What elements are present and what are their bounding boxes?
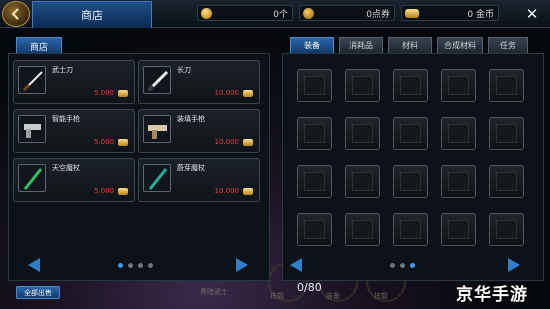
shop-item[interactable]: 装填手枪 10.000 <box>138 109 260 153</box>
inventory-slot[interactable] <box>441 117 476 150</box>
item-price: 5.000 <box>93 138 114 146</box>
inventory-slot[interactable] <box>441 213 476 246</box>
page-dot[interactable] <box>128 263 133 268</box>
shop-item[interactable]: 长刀 10.000 <box>138 60 260 104</box>
coin-counter: 0个 <box>197 5 293 21</box>
back-arrow-icon <box>11 8 19 20</box>
page-dot[interactable] <box>148 263 153 268</box>
gold-icon <box>405 9 419 18</box>
gold-coin-icon <box>118 139 128 146</box>
bg-ghost-text-3: 装备 <box>326 292 340 300</box>
katana-icon <box>18 66 46 94</box>
gold-value: 0 金币 <box>467 9 494 20</box>
gold-coin-icon <box>243 90 253 97</box>
coin-value: 0个 <box>273 9 288 20</box>
item-price: 5.000 <box>93 89 114 97</box>
gold-coin-icon <box>118 90 128 97</box>
item-name: 装填手枪 <box>177 115 205 123</box>
inventory-slot[interactable] <box>393 165 428 198</box>
prev-page-arrow-icon[interactable] <box>28 258 40 272</box>
inventory-slot[interactable] <box>441 165 476 198</box>
ticket-value: 0点券 <box>366 9 390 20</box>
inventory-slot[interactable] <box>297 213 332 246</box>
page-dot[interactable] <box>118 263 123 268</box>
item-name: 蔚芽魔杖 <box>177 164 205 172</box>
inventory-prev-arrow-icon[interactable] <box>290 258 302 272</box>
tab-crafting-materials[interactable]: 合成材料 <box>437 37 483 53</box>
back-button[interactable] <box>2 1 30 27</box>
page-title: 商店 <box>32 1 152 28</box>
item-price: 10.000 <box>214 138 240 146</box>
inventory-next-arrow-icon[interactable] <box>508 258 520 272</box>
inventory-slot[interactable] <box>489 69 524 102</box>
tab-materials[interactable]: 材料 <box>388 37 432 53</box>
inventory-slot[interactable] <box>393 117 428 150</box>
close-button[interactable]: ✕ <box>523 5 541 23</box>
inventory-slot[interactable] <box>345 69 380 102</box>
inventory-page-dot[interactable] <box>400 263 405 268</box>
shop-item[interactable]: 武士刀 5.000 <box>13 60 135 104</box>
sky-wand-icon <box>18 164 46 192</box>
inventory-slot[interactable] <box>393 69 428 102</box>
inventory-page-dot[interactable] <box>390 263 395 268</box>
reload-pistol-icon <box>143 115 171 143</box>
smart-pistol-icon <box>18 115 46 143</box>
tab-shop[interactable]: 商店 <box>16 37 62 54</box>
ticket-icon <box>303 8 314 19</box>
inventory-slot[interactable] <box>345 117 380 150</box>
bg-ghost-text-1: 黑暗武士 <box>200 288 228 296</box>
tab-equipment[interactable]: 装备 <box>290 37 334 53</box>
inventory-slot[interactable] <box>489 117 524 150</box>
item-price: 5.000 <box>93 187 114 195</box>
bg-ghost-text-4: 技能 <box>374 292 388 300</box>
inventory-slot[interactable] <box>393 213 428 246</box>
item-name: 天空魔杖 <box>52 164 80 172</box>
shop-item[interactable]: 蔚芽魔杖 10.000 <box>138 158 260 202</box>
top-bar: 商店 0个 0点券 0 金币 ✕ <box>0 0 550 28</box>
inventory-capacity: 0/80 <box>297 281 322 294</box>
inventory-slot[interactable] <box>297 69 332 102</box>
item-name: 武士刀 <box>52 66 73 74</box>
tab-consumables[interactable]: 消耗品 <box>339 37 383 53</box>
bg-ghost-text-2: 技能 <box>270 292 284 300</box>
shop-item[interactable]: 天空魔杖 5.000 <box>13 158 135 202</box>
inventory-slot[interactable] <box>345 165 380 198</box>
inventory-slot[interactable] <box>489 165 524 198</box>
item-price: 10.000 <box>214 89 240 97</box>
gold-coin-icon <box>118 188 128 195</box>
sell-all-button[interactable]: 全部出售 <box>16 286 60 299</box>
coin-icon <box>201 8 212 19</box>
tab-quests[interactable]: 任务 <box>488 37 528 53</box>
sprout-wand-icon <box>143 164 171 192</box>
inventory-slot[interactable] <box>441 69 476 102</box>
inventory-page-dot[interactable] <box>410 263 415 268</box>
inventory-slot[interactable] <box>345 213 380 246</box>
inventory-slot[interactable] <box>297 117 332 150</box>
inventory-slot[interactable] <box>297 165 332 198</box>
gold-counter: 0 金币 <box>401 5 499 21</box>
page-dot[interactable] <box>138 263 143 268</box>
ticket-counter: 0点券 <box>299 5 395 21</box>
next-page-arrow-icon[interactable] <box>236 258 248 272</box>
watermark-text: 京华手游 <box>456 285 528 305</box>
gold-coin-icon <box>243 188 253 195</box>
inventory-slot[interactable] <box>489 213 524 246</box>
shop-item[interactable]: 智能手枪 5.000 <box>13 109 135 153</box>
long-blade-icon <box>143 66 171 94</box>
item-name: 智能手枪 <box>52 115 80 123</box>
gold-coin-icon <box>243 139 253 146</box>
item-price: 10.000 <box>214 187 240 195</box>
item-name: 长刀 <box>177 66 191 74</box>
